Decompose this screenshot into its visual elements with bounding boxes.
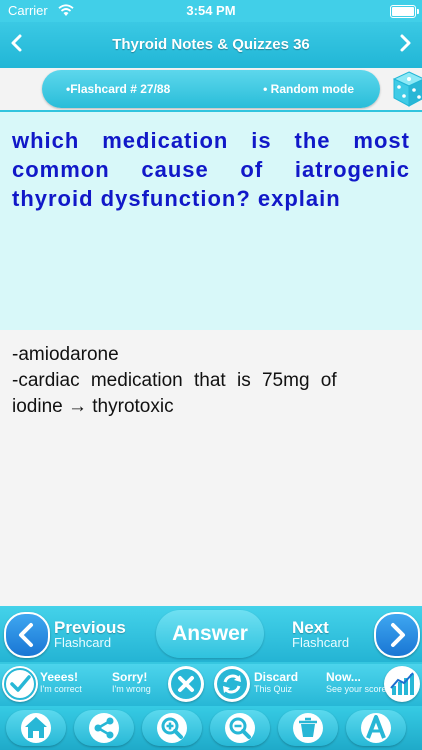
zoom-in-button[interactable]	[142, 710, 202, 746]
status-bar: Carrier 3:54 PM	[0, 0, 422, 22]
tools-row	[0, 706, 422, 750]
chevron-right-icon[interactable]	[394, 32, 416, 54]
wrong-title: Sorry!	[112, 670, 148, 684]
random-mode-label[interactable]: • Random mode	[263, 82, 354, 96]
share-icon	[89, 713, 119, 743]
close-icon	[171, 669, 201, 699]
home-icon	[21, 713, 51, 743]
score-button[interactable]	[384, 666, 420, 702]
answer-line-3: iodine → thyrotoxic	[12, 396, 174, 417]
question-panel: which medication is the most common caus…	[0, 110, 422, 332]
wrong-sub: I'm wrong	[112, 684, 151, 694]
clear-icon	[293, 713, 323, 743]
arrow-right-icon	[391, 623, 405, 647]
font-size-icon	[361, 713, 391, 743]
home-button[interactable]	[6, 710, 66, 746]
correct-title: Yeees!	[40, 670, 79, 684]
question-text: which medication is the most common caus…	[12, 128, 410, 211]
answer-line-2: -cardiac medication that is 75mg of	[12, 370, 337, 391]
flashcard-info-pill: •Flashcard # 27/88 • Random mode	[42, 70, 380, 108]
discard-button[interactable]	[214, 666, 250, 702]
zoom-out-button[interactable]	[210, 710, 270, 746]
info-bar: •Flashcard # 27/88 • Random mode	[0, 68, 422, 110]
score-row: Yeees! I'm correct Sorry! I'm wrong Disc…	[0, 664, 422, 706]
checkmark-icon	[4, 668, 36, 700]
status-time: 3:54 PM	[186, 3, 236, 18]
score-title: Now...	[326, 670, 361, 684]
discard-label[interactable]: Discard This Quiz	[254, 671, 298, 695]
arrow-left-icon	[19, 623, 33, 647]
correct-label[interactable]: Yeees! I'm correct	[40, 671, 82, 695]
correct-button[interactable]	[2, 666, 38, 702]
answer-line-1: -amiodarone	[12, 344, 119, 365]
correct-sub: I'm correct	[40, 684, 82, 694]
zoom-out-icon	[225, 713, 255, 743]
answer-panel: -amiodarone -cardiac medication that is …	[0, 330, 422, 606]
wrong-label[interactable]: Sorry! I'm wrong	[112, 671, 151, 695]
flashcard-nav-row: Previous Flashcard Answer Next Flashcard	[0, 606, 422, 662]
score-label[interactable]: Now... See your score	[326, 671, 387, 695]
share-button[interactable]	[74, 710, 134, 746]
next-sub: Flashcard	[292, 635, 350, 650]
page-title: Thyroid Notes & Quizzes 36	[112, 36, 310, 53]
previous-title: Previous	[54, 618, 126, 637]
next-title: Next	[292, 618, 329, 637]
answer-button[interactable]: Answer	[156, 610, 264, 658]
font-size-button[interactable]	[346, 710, 406, 746]
bottom-toolbar: Previous Flashcard Answer Next Flashcard…	[0, 606, 422, 750]
wrong-button[interactable]	[168, 666, 204, 702]
clear-button[interactable]	[278, 710, 338, 746]
previous-flashcard-button[interactable]	[4, 612, 50, 658]
discard-sub: This Quiz	[254, 684, 293, 694]
discard-title: Discard	[254, 670, 299, 684]
next-flashcard-button[interactable]	[374, 612, 420, 658]
dice-icon[interactable]	[392, 70, 422, 108]
score-sub: See your score	[326, 684, 387, 694]
zoom-in-icon	[157, 713, 187, 743]
next-flashcard-label[interactable]: Next Flashcard	[292, 618, 350, 650]
nav-bar: Thyroid Notes & Quizzes 36	[0, 22, 422, 68]
battery-icon	[390, 5, 419, 18]
bar-chart-icon	[390, 672, 414, 695]
previous-sub: Flashcard	[54, 635, 112, 650]
previous-flashcard-label[interactable]: Previous Flashcard	[54, 618, 126, 650]
refresh-icon	[217, 669, 247, 699]
flashcard-counter: •Flashcard # 27/88	[66, 82, 171, 96]
